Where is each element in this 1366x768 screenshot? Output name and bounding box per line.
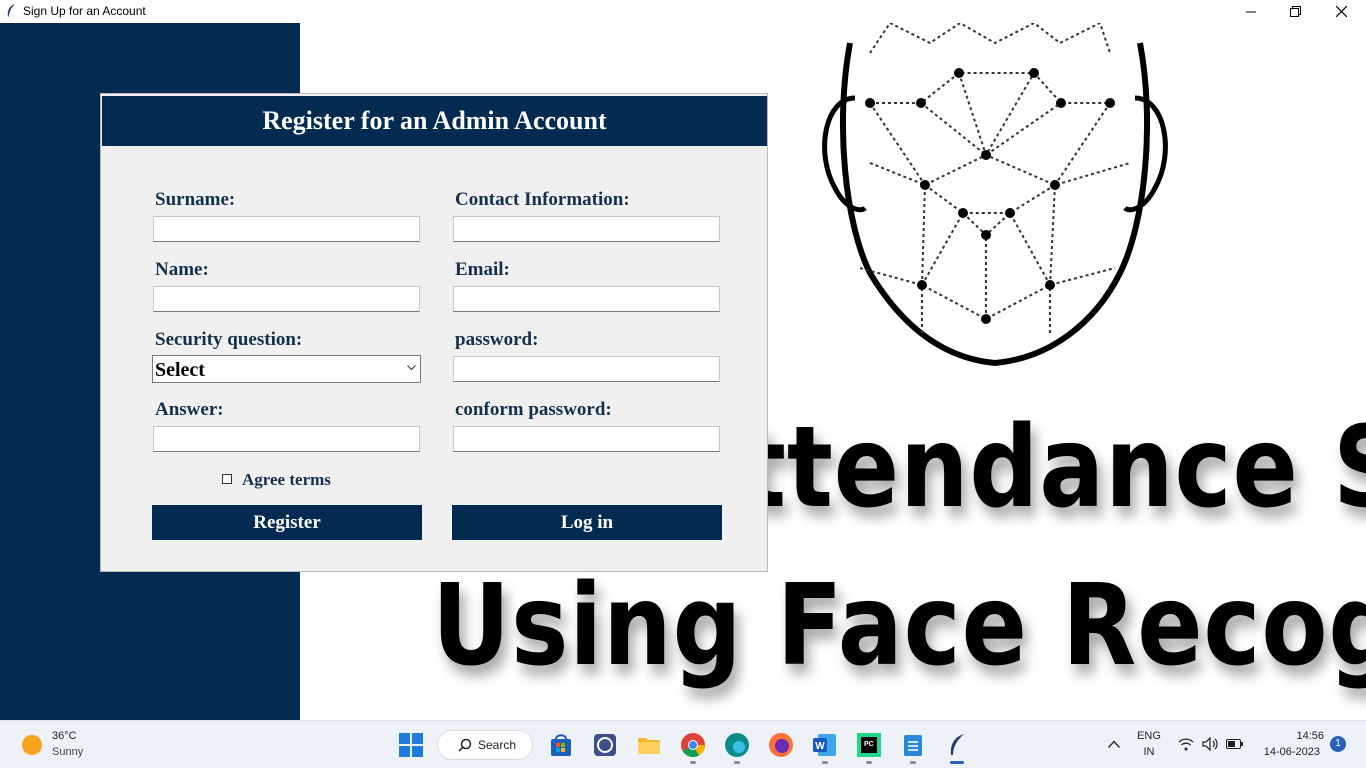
notepad-icon[interactable]: [900, 732, 926, 758]
start-icon[interactable]: [398, 732, 424, 758]
close-button[interactable]: [1318, 0, 1364, 23]
password-label: password:: [455, 329, 539, 350]
search-icon: [458, 738, 472, 752]
confirm-password-input[interactable]: [453, 426, 720, 452]
weather-description[interactable]: Sunny: [52, 746, 83, 758]
surname-input[interactable]: [153, 216, 420, 242]
minimize-icon: [1246, 11, 1256, 12]
window-titlebar: Sign Up for an Account: [0, 0, 1366, 23]
taskbar-search[interactable]: Search: [437, 730, 533, 760]
security-question-select[interactable]: Select: [152, 355, 421, 383]
answer-label: Answer:: [155, 399, 224, 420]
minimize-button[interactable]: [1228, 0, 1274, 23]
contact-label: Contact Information:: [455, 189, 630, 210]
contact-input[interactable]: [453, 216, 720, 242]
svg-text:W: W: [815, 741, 825, 752]
wifi-icon[interactable]: [1178, 737, 1194, 751]
clock-date[interactable]: 14-06-2023: [1254, 746, 1320, 758]
register-button[interactable]: Register: [152, 505, 422, 540]
password-input[interactable]: [453, 356, 720, 382]
pycharm-running-indicator: [866, 761, 872, 764]
word-running-indicator: [822, 761, 828, 764]
chrome-running-indicator: [690, 761, 696, 764]
app-icon[interactable]: [592, 732, 618, 758]
pycharm-icon[interactable]: PC: [856, 732, 882, 758]
word-icon[interactable]: W: [812, 732, 838, 758]
window-title: Sign Up for an Account: [23, 4, 146, 18]
answer-input[interactable]: [153, 426, 420, 452]
search-label: Search: [478, 738, 517, 752]
confirm-password-label: conform password:: [455, 399, 612, 420]
agree-terms-label: Agree terms: [242, 470, 331, 489]
weather-temperature[interactable]: 36°C: [52, 730, 77, 742]
feather-icon: [7, 4, 15, 19]
restore-icon: [1289, 6, 1301, 17]
feather-app-running-indicator: [950, 761, 964, 764]
notepad-running-indicator: [910, 761, 916, 764]
name-input[interactable]: [153, 286, 420, 312]
agree-terms-checkbox[interactable]: [222, 474, 232, 484]
form-header: Register for an Admin Account: [102, 96, 767, 146]
file-explorer-icon[interactable]: [636, 732, 662, 758]
notification-badge[interactable]: 1: [1330, 736, 1346, 752]
email-input[interactable]: [453, 286, 720, 312]
form-title: Register for an Admin Account: [262, 106, 607, 135]
restore-button[interactable]: [1272, 0, 1318, 23]
firefox-icon[interactable]: [768, 732, 794, 758]
sun-icon[interactable]: [22, 735, 42, 755]
language-indicator-line2[interactable]: IN: [1136, 746, 1162, 758]
close-icon: [1335, 6, 1347, 17]
registration-form: Register for an Admin Account Surname: C…: [100, 93, 768, 572]
battery-icon[interactable]: [1226, 739, 1244, 749]
name-label: Name:: [155, 259, 209, 280]
volume-icon[interactable]: [1202, 737, 1218, 751]
taskbar: 36°C Sunny Search W PC ENG IN 14:56 14-0…: [0, 720, 1366, 768]
language-indicator-line1[interactable]: ENG: [1136, 730, 1162, 742]
feather-app-icon[interactable]: [944, 732, 970, 758]
security-question-value: Select: [155, 359, 205, 381]
background-heading-line1: ttendance Sy: [740, 403, 1366, 533]
login-button[interactable]: Log in: [452, 505, 722, 540]
email-label: Email:: [455, 259, 510, 280]
chevron-down-icon: [407, 365, 416, 371]
store-icon[interactable]: [548, 732, 574, 758]
chevron-up-icon[interactable]: [1108, 740, 1120, 748]
background-heading-line2: Using Face Recognit: [432, 561, 1366, 691]
edge-icon[interactable]: [724, 732, 750, 758]
edge-running-indicator: [734, 761, 740, 764]
svg-text:PC: PC: [864, 741, 874, 748]
clock-time[interactable]: 14:56: [1254, 730, 1324, 742]
face-mesh-illustration: [822, 23, 1168, 367]
surname-label: Surname:: [155, 189, 236, 210]
chrome-icon[interactable]: [680, 732, 706, 758]
security-question-label: Security question:: [155, 329, 303, 350]
